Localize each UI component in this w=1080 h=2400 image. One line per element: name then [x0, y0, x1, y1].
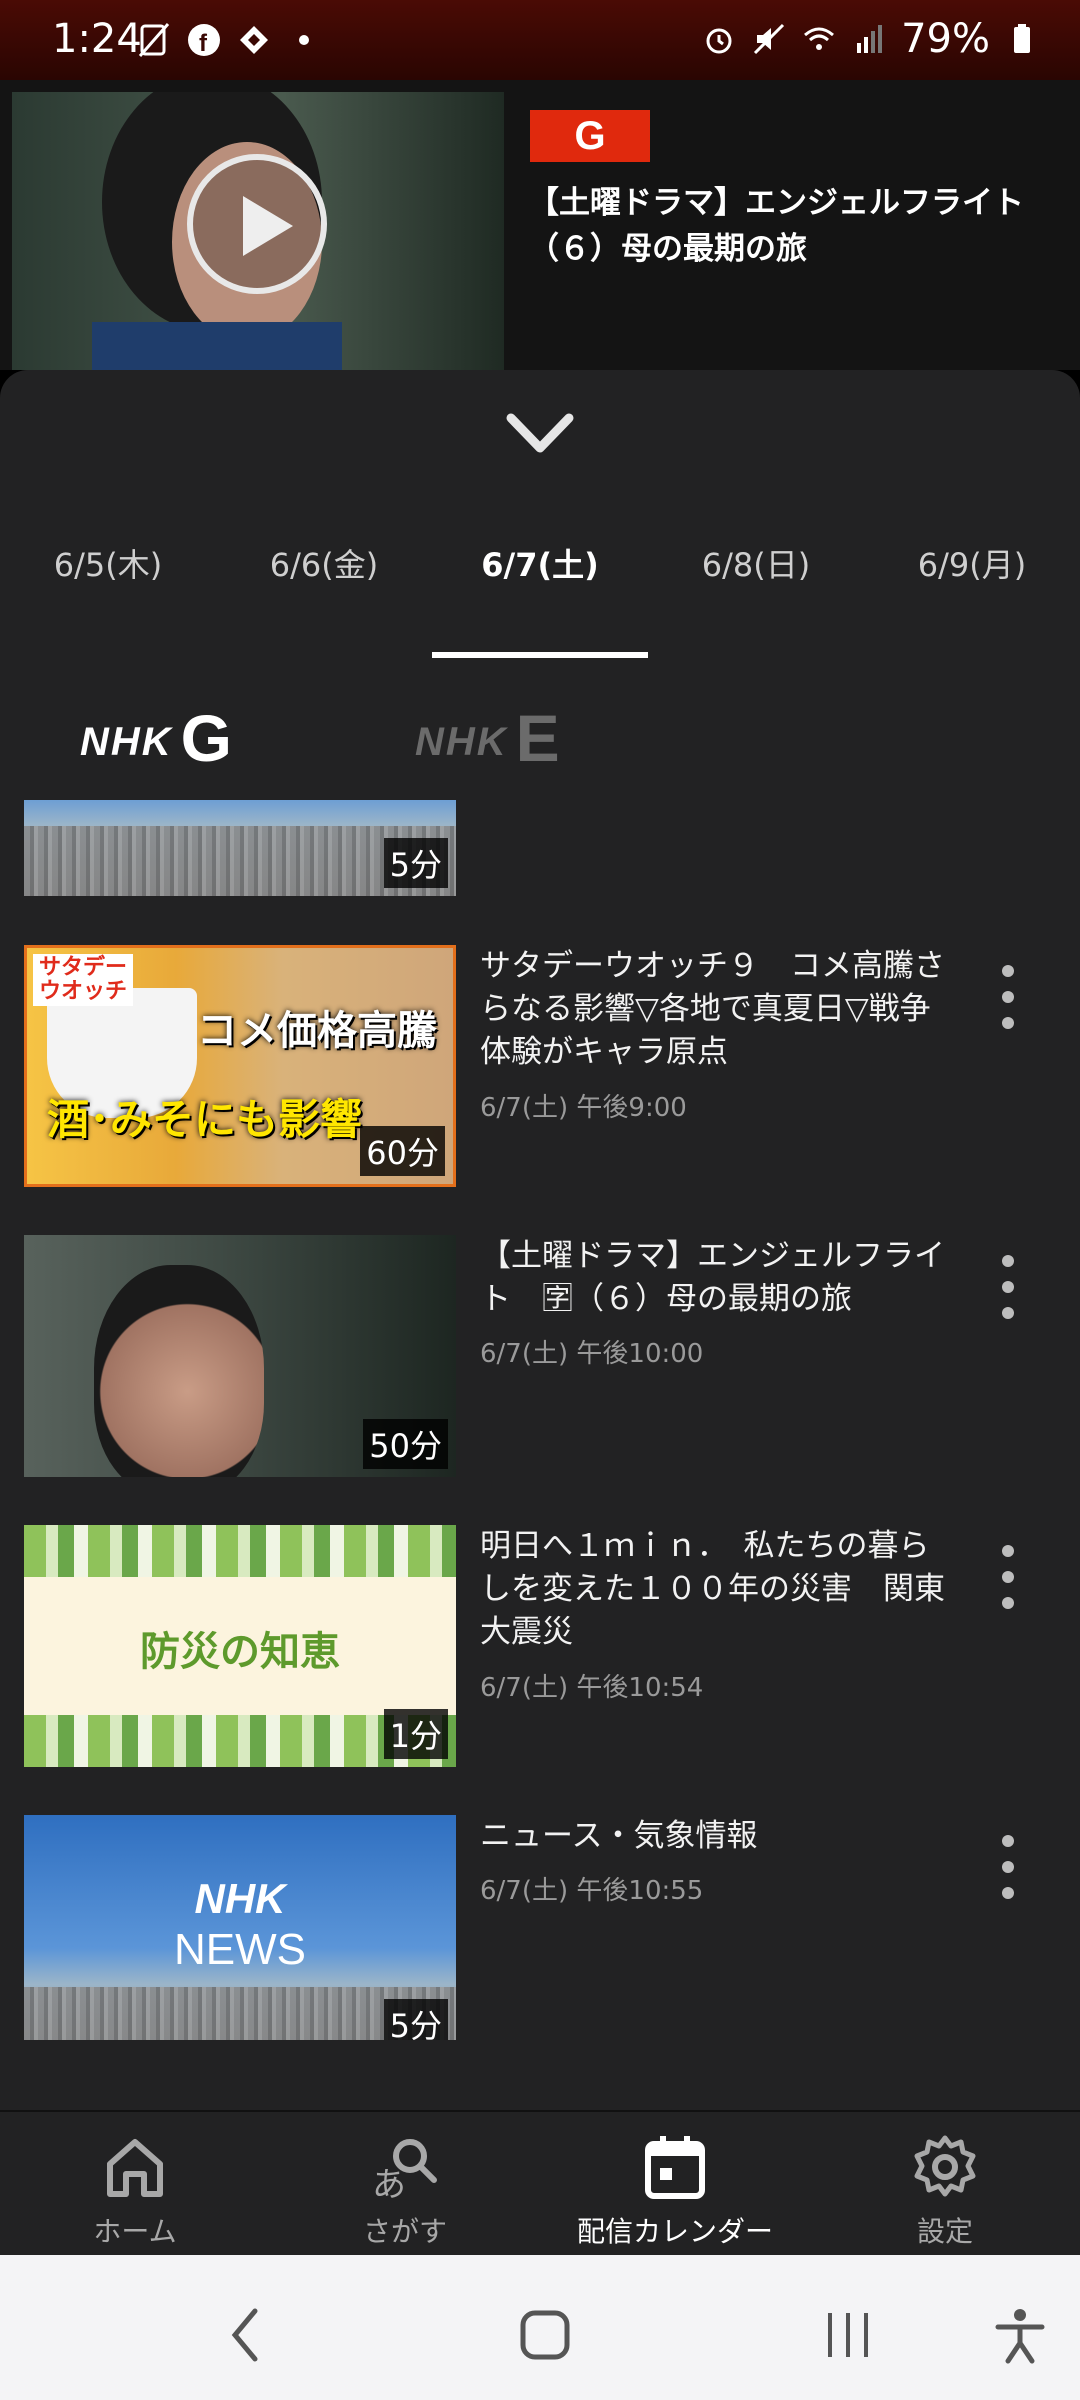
duration-badge: 5分: [383, 838, 448, 888]
duration-badge: 50分: [363, 1419, 448, 1469]
nhk-logo: NHK: [80, 720, 173, 764]
battery-icon: [1014, 24, 1030, 53]
program-thumbnail[interactable]: 5分: [24, 800, 456, 896]
alarm-icon: [706, 28, 732, 54]
nav-home[interactable]: ホーム: [0, 2132, 270, 2250]
tab-date-0605[interactable]: 6/5(木): [0, 540, 216, 640]
news-logo: NEWS: [174, 1925, 306, 1974]
channel-tab-nhk-g[interactable]: NHK G: [80, 700, 232, 776]
mini-player[interactable]: G 【土曜ドラマ】エンジェルフライト（６）母の最期の旅: [0, 80, 1080, 370]
program-title[interactable]: サタデーウオッチ９ コメ高騰さらなる影響▽各地で真夏日▽戦争体験がキャラ原点: [480, 945, 960, 1074]
channel-badge: G: [530, 110, 650, 162]
program-time: 6/7(土) 午後10:54: [480, 1673, 704, 1703]
program-time: 6/7(土) 午後10:55: [480, 1876, 704, 1906]
program-title[interactable]: 明日へ１ｍｉｎ． 私たちの暮らしを変えた１００年の災害 関東大震災: [480, 1525, 960, 1654]
status-bar: 1:24 f 79%: [0, 0, 1080, 80]
nav-calendar[interactable]: 配信カレンダー: [540, 2132, 810, 2250]
wifi-icon: [804, 27, 835, 50]
program-item[interactable]: NHK NEWS 5分 ニュース・気象情報 6/7(土) 午後10:55: [0, 1815, 1080, 2040]
svg-text:あ: あ: [372, 2165, 406, 2202]
tab-date-0609[interactable]: 6/9(月): [864, 540, 1080, 640]
search-icon: あ: [372, 2139, 437, 2202]
channel-tabs: NHK G NHK E: [0, 690, 1080, 790]
program-thumbnail[interactable]: 防災の知恵 1分: [24, 1525, 456, 1767]
program-title[interactable]: 【土曜ドラマ】エンジェルフライト 🈑（６）母の最期の旅: [480, 1235, 960, 1321]
home-button-icon[interactable]: [515, 2305, 575, 2365]
back-icon[interactable]: [225, 2305, 265, 2365]
no-sim-icon: [138, 23, 170, 57]
bottom-navigation: ホーム あ さがす 配信カレンダー 設定: [0, 2110, 1080, 2257]
program-time: 6/7(土) 午後10:00: [480, 1339, 704, 1369]
channel-tab-nhk-e[interactable]: NHK E: [415, 700, 560, 776]
saturday-watch-logo: サタデー ウオッチ: [33, 954, 134, 1006]
signal-icon: [857, 25, 883, 53]
thumbnail-caption: 酒･みそにも影響: [47, 1095, 363, 1144]
gear-icon: [914, 2135, 976, 2197]
duration-badge: 60分: [360, 1126, 445, 1176]
calendar-sheet: 6/5(木) 6/6(金) 6/7(土) 6/8(日) 6/9(月) NHK G …: [0, 370, 1080, 2110]
svg-text:f: f: [199, 30, 208, 57]
more-options-icon[interactable]: [998, 1255, 1018, 1331]
mini-player-title[interactable]: 【土曜ドラマ】エンジェルフライト（６）母の最期の旅: [528, 180, 1048, 272]
nav-search[interactable]: あ さがす: [270, 2132, 540, 2250]
program-thumbnail[interactable]: 50分: [24, 1235, 456, 1477]
system-navigation-bar: [0, 2255, 1080, 2400]
recent-apps-icon[interactable]: [818, 2305, 878, 2365]
tab-date-0607[interactable]: 6/7(土): [432, 540, 648, 640]
diamond-icon: [240, 26, 268, 54]
program-title[interactable]: ニュース・気象情報: [480, 1815, 960, 1858]
program-item[interactable]: サタデー ウオッチ コメ価格高騰 酒･みそにも影響 60分 サタデーウオッチ９ コ…: [0, 945, 1080, 1195]
mini-player-thumbnail[interactable]: [12, 92, 504, 370]
dot-icon: [299, 35, 309, 45]
status-time: 1:24: [52, 16, 142, 62]
program-thumbnail[interactable]: NHK NEWS 5分: [24, 1815, 456, 2040]
active-tab-indicator: [432, 652, 648, 658]
program-item[interactable]: 5分: [0, 800, 1080, 910]
more-options-icon[interactable]: [998, 1545, 1018, 1621]
battery-percent: 79%: [901, 16, 990, 62]
calendar-icon: [645, 2136, 705, 2199]
play-button[interactable]: [187, 154, 327, 294]
thumbnail-caption: 防災の知恵: [140, 1629, 340, 1675]
tab-date-0606[interactable]: 6/6(金): [216, 540, 432, 640]
program-item[interactable]: 防災の知恵 1分 明日へ１ｍｉｎ． 私たちの暮らしを変えた１００年の災害 関東大…: [0, 1525, 1080, 1775]
mute-icon: [754, 23, 785, 55]
date-tabs: 6/5(木) 6/6(金) 6/7(土) 6/8(日) 6/9(月): [0, 540, 1080, 640]
thumbnail-caption: コメ価格高騰: [197, 1008, 437, 1054]
nhk-logo: NHK: [194, 1875, 286, 1922]
more-options-icon[interactable]: [998, 965, 1018, 1041]
more-options-icon[interactable]: [998, 1835, 1018, 1911]
facebook-icon: f: [188, 24, 220, 57]
program-thumbnail[interactable]: サタデー ウオッチ コメ価格高騰 酒･みそにも影響 60分: [24, 945, 456, 1187]
accessibility-icon[interactable]: [990, 2305, 1050, 2365]
duration-badge: 1分: [383, 1709, 448, 1759]
nav-settings[interactable]: 設定: [810, 2132, 1080, 2250]
program-item[interactable]: 50分 【土曜ドラマ】エンジェルフライト 🈑（６）母の最期の旅 6/7(土) 午…: [0, 1235, 1080, 1485]
program-list: 5分 サタデー ウオッチ コメ価格高騰 酒･みそにも影響 60分 サタデーウオッチ…: [0, 800, 1080, 2040]
chevron-down-icon[interactable]: [505, 408, 575, 458]
home-icon: [107, 2139, 163, 2197]
duration-badge: 5分: [383, 1999, 448, 2040]
program-time: 6/7(土) 午後9:00: [480, 1093, 687, 1123]
tab-date-0608[interactable]: 6/8(日): [648, 540, 864, 640]
nhk-logo: NHK: [415, 720, 508, 764]
